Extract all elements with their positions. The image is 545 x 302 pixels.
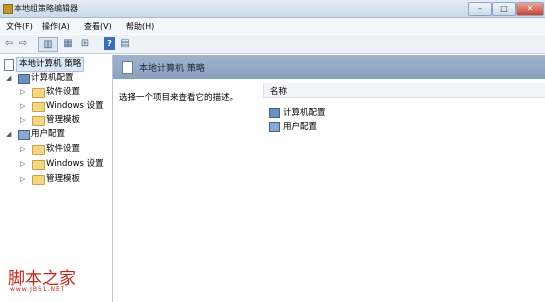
tree-item-label: Windows 设置 xyxy=(46,159,104,169)
column-header-name[interactable]: 名称 xyxy=(263,83,545,98)
close-button[interactable]: ✕ xyxy=(516,2,544,16)
folder-icon xyxy=(32,88,45,98)
tree-root-label: 本地计算机 策略 xyxy=(16,57,85,72)
collapse-icon[interactable]: ◢ xyxy=(6,72,14,85)
properties-icon[interactable]: ▤ xyxy=(119,37,131,50)
user-icon xyxy=(18,130,30,140)
content-pane: 本地计算机 策略 选择一个项目来查看它的描述。 名称 计算机配置 用户配置 xyxy=(113,55,545,302)
list-item[interactable]: 用户配置 xyxy=(269,120,317,132)
export-list-icon[interactable]: ⊞ xyxy=(78,37,92,50)
expand-icon[interactable]: ▷ xyxy=(20,158,28,171)
list-item-label: 用户配置 xyxy=(283,122,318,132)
tree-computer-config-label: 计算机配置 xyxy=(31,73,74,83)
tree-item-label: 管理模板 xyxy=(46,115,81,125)
menu-bar: 文件(F) 操作(A) 查看(V) 帮助(H) xyxy=(0,18,545,34)
console-tree-icon[interactable]: ▦ xyxy=(62,37,74,50)
help-icon[interactable]: ? xyxy=(104,37,115,50)
menu-view[interactable]: 查看(V) xyxy=(84,21,112,32)
minimize-button[interactable]: – xyxy=(468,2,492,16)
expand-icon[interactable]: ▷ xyxy=(20,173,28,186)
folder-icon xyxy=(32,175,45,185)
expand-icon[interactable]: ▷ xyxy=(20,114,28,127)
tree-item-label: 软件设置 xyxy=(46,144,81,154)
policy-doc-icon xyxy=(122,61,133,74)
title-bar: 本地组策略编辑器 – □ ✕ xyxy=(0,0,545,18)
expand-icon[interactable]: ▷ xyxy=(20,100,28,113)
toolbar: ⇦ ⇨ ▥ ▦ ⊞ ? ▤ xyxy=(0,35,545,54)
list-item-label: 计算机配置 xyxy=(283,108,326,118)
window-title: 本地组策略编辑器 xyxy=(14,4,78,13)
folder-icon xyxy=(32,116,45,126)
tree-item-label: Windows 设置 xyxy=(46,101,104,111)
folder-icon xyxy=(32,145,45,155)
column-label: 名称 xyxy=(270,87,288,97)
content-header: 本地计算机 策略 xyxy=(113,55,545,79)
folder-icon xyxy=(32,160,45,170)
maximize-button[interactable]: □ xyxy=(492,2,516,16)
policy-doc-icon xyxy=(4,59,14,71)
tree-item-label: 管理模板 xyxy=(46,174,81,184)
show-hide-tree-icon[interactable]: ▥ xyxy=(38,37,58,52)
expand-icon[interactable]: ▷ xyxy=(20,143,28,156)
back-arrow-icon[interactable]: ⇦ xyxy=(3,37,15,50)
computer-icon xyxy=(18,74,30,84)
tree-item-label: 软件设置 xyxy=(46,87,81,97)
menu-file[interactable]: 文件(F) xyxy=(6,21,33,32)
app-icon xyxy=(3,4,13,14)
tree-user-config-label: 用户配置 xyxy=(31,129,66,139)
forward-arrow-icon[interactable]: ⇨ xyxy=(17,37,29,50)
menu-action[interactable]: 操作(A) xyxy=(42,21,70,32)
expand-icon[interactable]: ▷ xyxy=(20,86,28,99)
folder-icon xyxy=(32,102,45,112)
computer-icon xyxy=(269,107,280,118)
description-text: 选择一个项目来查看它的描述。 xyxy=(119,93,239,103)
menu-help[interactable]: 帮助(H) xyxy=(126,21,154,32)
collapse-icon[interactable]: ◢ xyxy=(6,128,14,141)
content-title: 本地计算机 策略 xyxy=(139,64,205,74)
watermark-url: www.JB51.NET xyxy=(10,286,66,293)
list-item[interactable]: 计算机配置 xyxy=(269,106,326,118)
user-icon xyxy=(269,121,280,132)
